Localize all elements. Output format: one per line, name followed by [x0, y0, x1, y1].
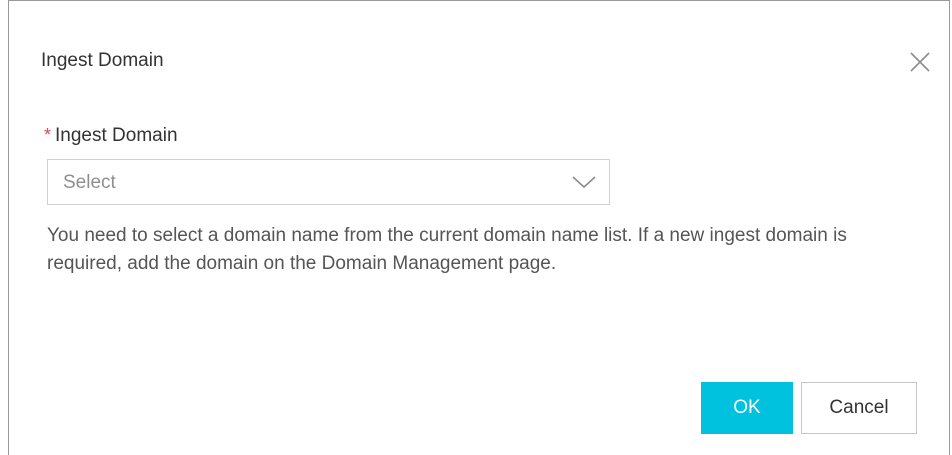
required-mark: *: [44, 125, 52, 145]
ingest-domain-dialog: Ingest Domain * Ingest Domain Select You …: [8, 0, 950, 455]
close-icon: [910, 52, 930, 72]
ingest-domain-label: * Ingest Domain: [44, 123, 178, 148]
dialog-title: Ingest Domain: [41, 50, 164, 71]
field-label-text: Ingest Domain: [55, 125, 178, 146]
ingest-domain-select[interactable]: Select: [47, 159, 610, 205]
select-placeholder: Select: [63, 172, 116, 193]
cancel-button[interactable]: Cancel: [801, 382, 917, 434]
close-button[interactable]: [905, 47, 935, 77]
ok-button[interactable]: OK: [701, 382, 793, 434]
help-text: You need to select a domain name from th…: [47, 225, 847, 274]
chevron-down-icon: [571, 172, 597, 192]
